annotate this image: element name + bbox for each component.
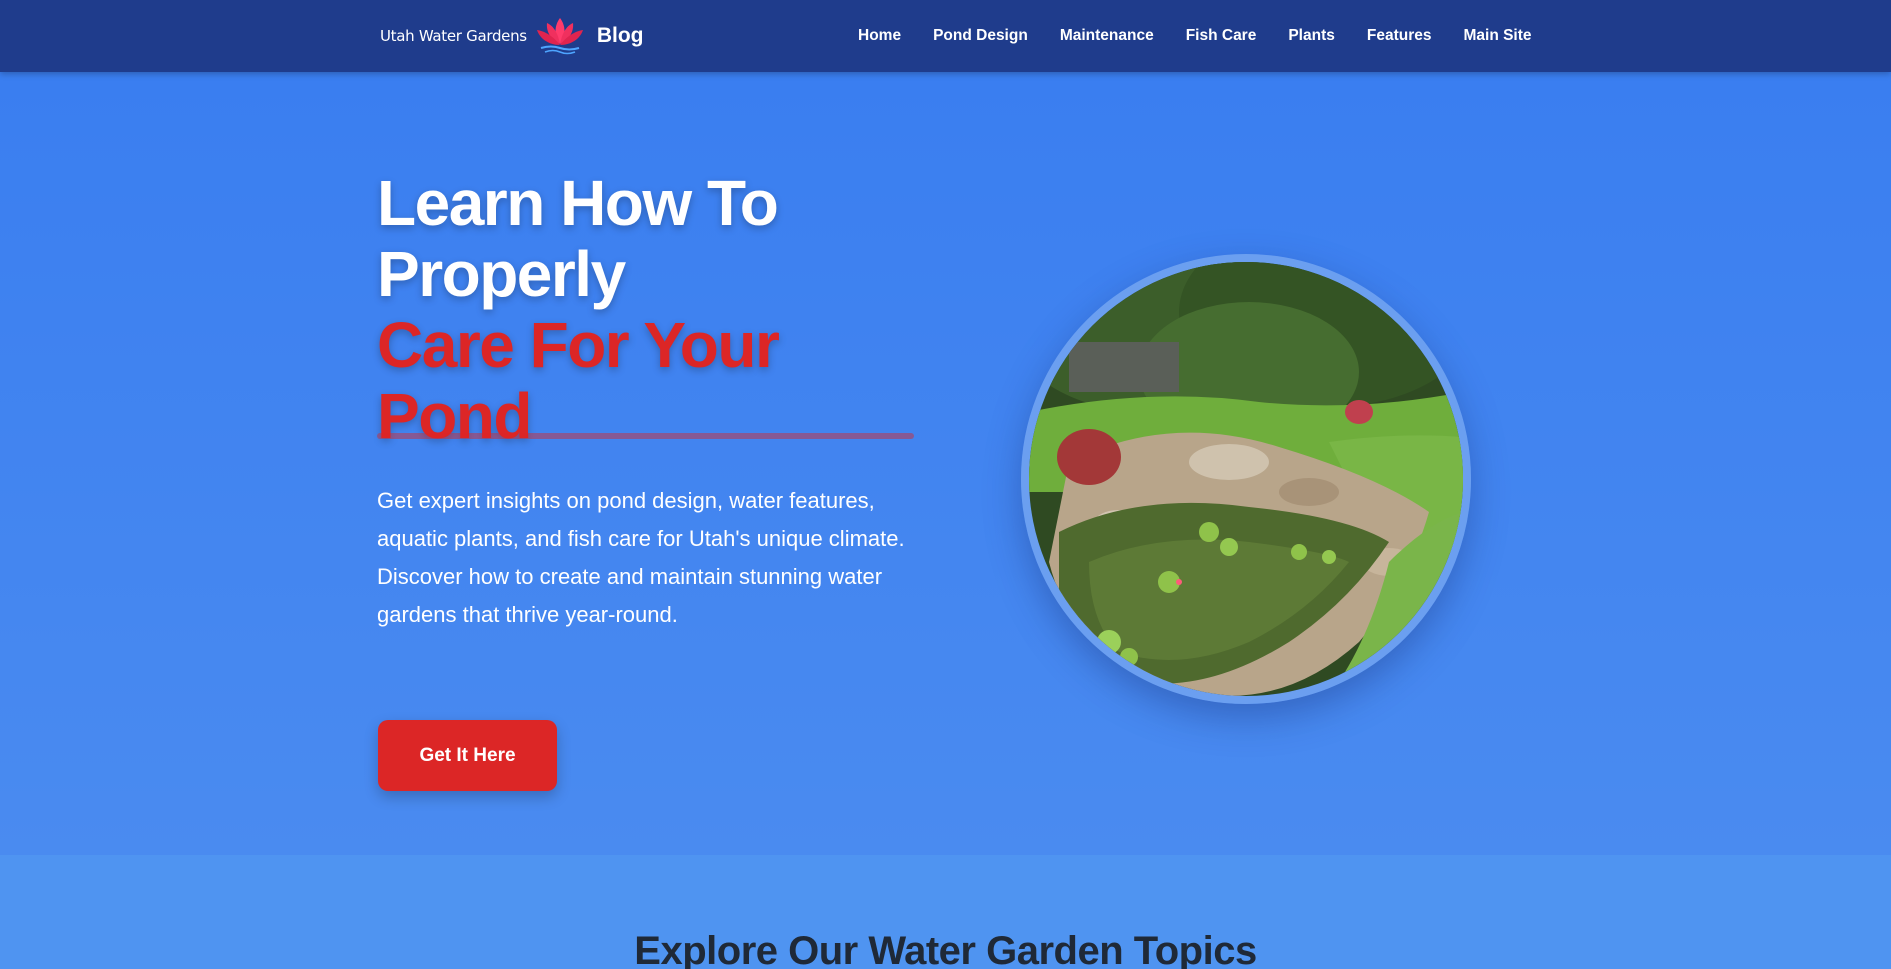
nav-link-maintenance[interactable]: Maintenance (1060, 27, 1154, 45)
topics-heading: Explore Our Water Garden Topics (634, 929, 1257, 969)
hero-title: Learn How To Properly Care For Your Pond (377, 168, 937, 452)
hero-title-line-2: Properly (377, 238, 626, 310)
get-it-here-button[interactable]: Get It Here (378, 720, 557, 791)
nav-link-main-site[interactable]: Main Site (1463, 27, 1531, 45)
hero-section: Learn How To Properly Care For Your Pond… (0, 72, 1891, 855)
nav-link-pond-design[interactable]: Pond Design (933, 27, 1028, 45)
nav-link-home[interactable]: Home (858, 27, 901, 45)
hero-description: Get expert insights on pond design, wate… (377, 488, 905, 627)
hero-title-highlight-1: Care For Your (377, 309, 780, 381)
lotus-icon (536, 18, 583, 55)
brand-wordmark: Utah Water Gardens (380, 27, 527, 45)
main-nav: Home Pond Design Maintenance Fish Care P… (858, 0, 1532, 72)
brand-logo[interactable]: Utah Water Gardens Blog (380, 14, 643, 58)
pond-photo (1021, 254, 1471, 704)
hero-title-highlight-2: Pond (377, 380, 532, 452)
pond-illustration (1029, 262, 1463, 696)
nav-link-features[interactable]: Features (1367, 27, 1432, 45)
hero-title-line-1: Learn How To (377, 167, 779, 239)
site-navbar: Utah Water Gardens Blog Home Pond Design… (0, 0, 1891, 72)
nav-link-fish-care[interactable]: Fish Care (1186, 27, 1257, 45)
title-underline (377, 433, 914, 439)
brand-blog-label: Blog (596, 24, 644, 47)
topics-section: Explore Our Water Garden Topics (0, 855, 1891, 969)
nav-link-plants[interactable]: Plants (1288, 27, 1335, 45)
